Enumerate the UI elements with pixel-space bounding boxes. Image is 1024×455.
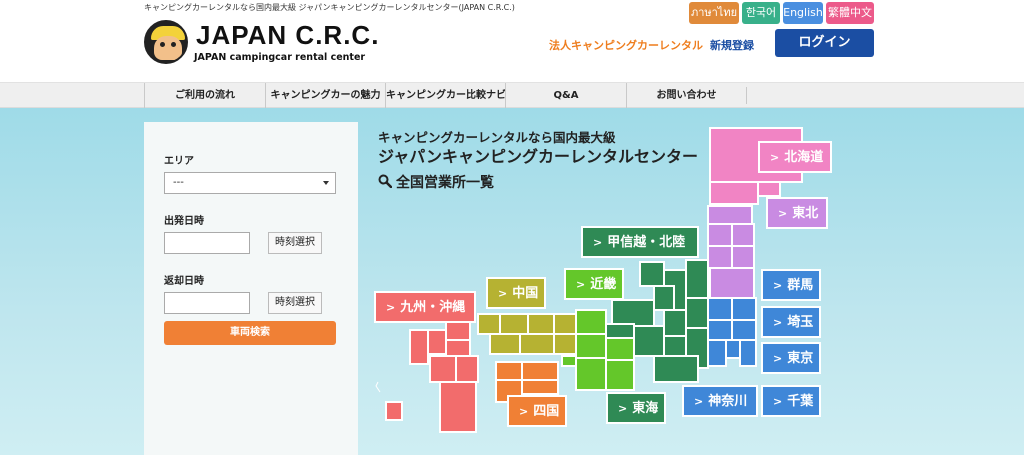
chevron-right-icon: > <box>773 279 783 292</box>
kyushu-area[interactable] <box>385 317 479 433</box>
chevron-right-icon: > <box>773 316 783 329</box>
chevron-right-icon: > <box>593 236 603 249</box>
kanto-area[interactable] <box>707 297 757 367</box>
nav-item-compare[interactable]: キャンピングカー比較ナビ <box>385 83 506 108</box>
tohoku-area[interactable] <box>707 205 755 299</box>
lang-english-button[interactable]: English <box>783 2 823 24</box>
region-label: 千葉 <box>787 394 814 409</box>
region-label: 東海 <box>632 401 659 416</box>
chevron-right-icon: > <box>498 287 508 300</box>
chevron-right-icon: > <box>773 395 783 408</box>
return-label: 返却日時 <box>164 276 204 287</box>
region-koshinetsu-button[interactable]: > 甲信越・北陸 <box>581 226 699 258</box>
region-shikoku-button[interactable]: > 四国 <box>507 395 567 427</box>
region-kyushu-button[interactable]: > 九州・沖縄 <box>374 291 476 323</box>
area-select-value: --- <box>173 177 184 188</box>
logo-subtitle: JAPAN campingcar rental center <box>194 52 366 63</box>
search-panel: エリア --- 出発日時 時刻選択 返却日時 時刻選択 車両検索 <box>144 122 358 455</box>
chevron-right-icon: > <box>770 151 780 164</box>
depart-time-button[interactable]: 時刻選択 <box>268 232 322 254</box>
region-saitama-button[interactable]: > 埼玉 <box>761 306 821 338</box>
region-chiba-button[interactable]: > 千葉 <box>761 385 821 417</box>
chevron-right-icon: > <box>386 301 396 314</box>
region-gunma-button[interactable]: > 群馬 <box>761 269 821 301</box>
login-button[interactable]: ログイン <box>775 29 874 57</box>
region-label: 埼玉 <box>787 315 814 330</box>
corporate-rental-link[interactable]: 法人キャンピングカーレンタル <box>549 37 703 53</box>
region-label: 群馬 <box>787 278 814 293</box>
region-label: 近畿 <box>590 277 617 292</box>
chevron-right-icon: > <box>576 278 586 291</box>
region-kinki-button[interactable]: > 近畿 <box>564 268 624 300</box>
lang-thai-button[interactable]: ภาษาไทย <box>689 2 739 24</box>
area-label: エリア <box>164 156 194 167</box>
region-label: 東京 <box>787 351 814 366</box>
depart-date-input[interactable] <box>164 232 250 254</box>
region-label: 甲信越・北陸 <box>607 235 686 250</box>
region-tokai-button[interactable]: > 東海 <box>606 392 666 424</box>
region-kanagawa-button[interactable]: > 神奈川 <box>682 385 758 417</box>
chevron-right-icon: > <box>694 395 704 408</box>
logo-title: JAPAN C.R.C. <box>196 20 380 50</box>
depart-label: 出発日時 <box>164 216 204 227</box>
region-label: 東北 <box>792 206 819 221</box>
nav-item-appeal[interactable]: キャンピングカーの魅力 <box>265 83 385 108</box>
region-chugoku-button[interactable]: > 中国 <box>486 277 546 309</box>
mascot-logo-icon <box>144 20 188 64</box>
site-tagline: キャンピングカーレンタルなら国内最大級 ジャパンキャンピングカーレンタルセンター… <box>144 3 515 12</box>
chevron-right-icon: > <box>519 405 529 418</box>
chevron-right-icon: > <box>778 207 788 220</box>
nav-divider <box>746 87 747 104</box>
main-nav: ご利用の流れ キャンピングカーの魅力 キャンピングカー比較ナビ Q&A お問い合… <box>0 82 1024 108</box>
region-label: 神奈川 <box>708 394 748 409</box>
region-label: 九州・沖縄 <box>400 300 466 315</box>
region-label: 北海道 <box>784 150 824 165</box>
lang-korean-button[interactable]: 한국어 <box>742 2 780 24</box>
return-time-button[interactable]: 時刻選択 <box>268 292 322 314</box>
nav-item-qa[interactable]: Q&A <box>505 83 626 108</box>
chevron-right-icon: > <box>773 352 783 365</box>
site-logo[interactable]: JAPAN C.R.C. JAPAN campingcar rental cen… <box>144 18 378 64</box>
register-link[interactable]: 新規登録 <box>710 37 754 53</box>
region-label: 中国 <box>512 286 539 301</box>
nav-item-usage-flow[interactable]: ご利用の流れ <box>144 83 265 108</box>
area-select[interactable]: --- <box>164 172 336 194</box>
region-tohoku-button[interactable]: > 東北 <box>766 197 828 229</box>
vehicle-search-button[interactable]: 車両検索 <box>164 321 336 345</box>
caret-down-icon <box>323 181 329 185</box>
nav-item-contact[interactable]: お問い合わせ <box>626 83 746 108</box>
chugoku-area[interactable] <box>477 313 577 355</box>
chevron-right-icon: > <box>618 402 628 415</box>
return-date-input[interactable] <box>164 292 250 314</box>
lang-chinese-button[interactable]: 繁體中文 <box>826 2 874 24</box>
region-hokkaido-button[interactable]: > 北海道 <box>758 141 832 173</box>
region-tokyo-button[interactable]: > 東京 <box>761 342 821 374</box>
region-label: 四国 <box>533 404 560 419</box>
